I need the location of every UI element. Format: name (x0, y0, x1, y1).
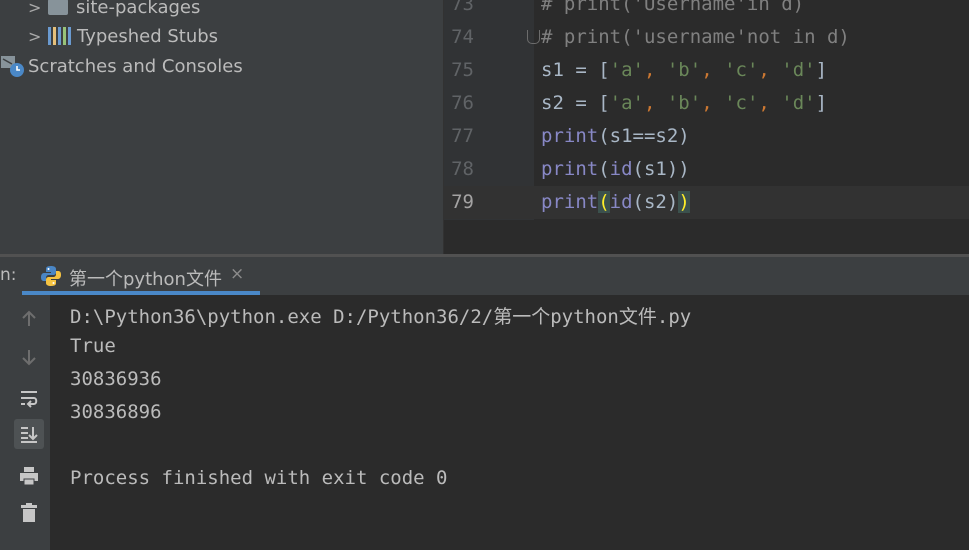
tree-item-typeshed-stubs[interactable]: > Typeshed Stubs (28, 21, 218, 51)
print-icon[interactable] (14, 461, 44, 491)
chevron-right-icon[interactable]: > (28, 27, 48, 46)
line-number: 76 (451, 92, 474, 114)
tree-item-site-packages[interactable]: > site-packages (28, 0, 200, 22)
console-line: True (70, 335, 116, 357)
line-number: 73 (451, 0, 474, 15)
console-line: 30836936 (70, 368, 162, 390)
code-line[interactable]: 74 # print('username'not in d) (444, 21, 969, 54)
code-line-current[interactable]: 79 print(id(s2)) (444, 186, 969, 219)
python-icon (41, 266, 61, 286)
chevron-right-icon[interactable]: > (28, 0, 48, 17)
tree-item-label: Typeshed Stubs (77, 25, 219, 47)
scroll-to-end-icon[interactable] (14, 419, 44, 449)
folder-icon (48, 0, 68, 15)
line-number: 79 (451, 191, 474, 213)
line-number: 77 (451, 125, 474, 147)
code-text: print(id(s1)) (541, 158, 690, 180)
code-editor[interactable]: 73 # print('Username'in d) 74 # print('u… (444, 0, 969, 254)
fold-marker-icon[interactable] (527, 30, 540, 44)
code-line[interactable]: 73 # print('Username'in d) (444, 0, 969, 21)
trash-icon[interactable] (14, 498, 44, 528)
console-line-exit: Process finished with exit code 0 (70, 467, 448, 489)
scratches-icon (1, 56, 24, 77)
code-text: # print('Username'in d) (541, 0, 805, 15)
code-line[interactable]: 77 print(s1==s2) (444, 120, 969, 153)
tree-item-label: Scratches and Consoles (28, 55, 243, 77)
run-tab-title: 第一个python文件 (69, 269, 222, 290)
code-text: s2 = ['a', 'b', 'c', 'd'] (541, 92, 828, 114)
arrow-down-icon[interactable] (14, 342, 44, 372)
close-icon[interactable]: × (230, 264, 244, 284)
console-line: 30836896 (70, 401, 162, 423)
tree-item-label: site-packages (76, 0, 201, 18)
console-output[interactable]: D:\Python36\python.exe D:/Python36/2/第一个… (50, 295, 969, 550)
project-tree-panel: > site-packages > Typeshed Stubs Scratch… (0, 0, 443, 254)
code-line[interactable]: 75 s1 = ['a', 'b', 'c', 'd'] (444, 54, 969, 87)
line-number: 78 (451, 158, 474, 180)
run-window-label: n: (0, 265, 17, 285)
code-line[interactable]: 78 print(id(s1)) (444, 153, 969, 186)
line-number: 74 (451, 26, 474, 48)
code-text: # print('username'not in d) (541, 26, 850, 48)
soft-wrap-icon[interactable] (14, 383, 44, 413)
run-toolbar (0, 295, 50, 550)
arrow-up-icon[interactable] (14, 304, 44, 334)
code-line[interactable]: 76 s2 = ['a', 'b', 'c', 'd'] (444, 87, 969, 120)
code-text: s1 = ['a', 'b', 'c', 'd'] (541, 59, 828, 81)
run-tab-bar: n: 第一个python文件 × (0, 257, 969, 295)
console-line-command: D:\Python36\python.exe D:/Python36/2/第一个… (70, 306, 692, 328)
tree-item-scratches[interactable]: Scratches and Consoles (0, 51, 243, 81)
line-number: 75 (451, 59, 474, 81)
code-text: print(s1==s2) (541, 125, 690, 147)
code-text: print(id(s2)) (541, 191, 690, 213)
library-icon (48, 27, 71, 45)
run-tab[interactable]: 第一个python文件 × (22, 257, 260, 295)
